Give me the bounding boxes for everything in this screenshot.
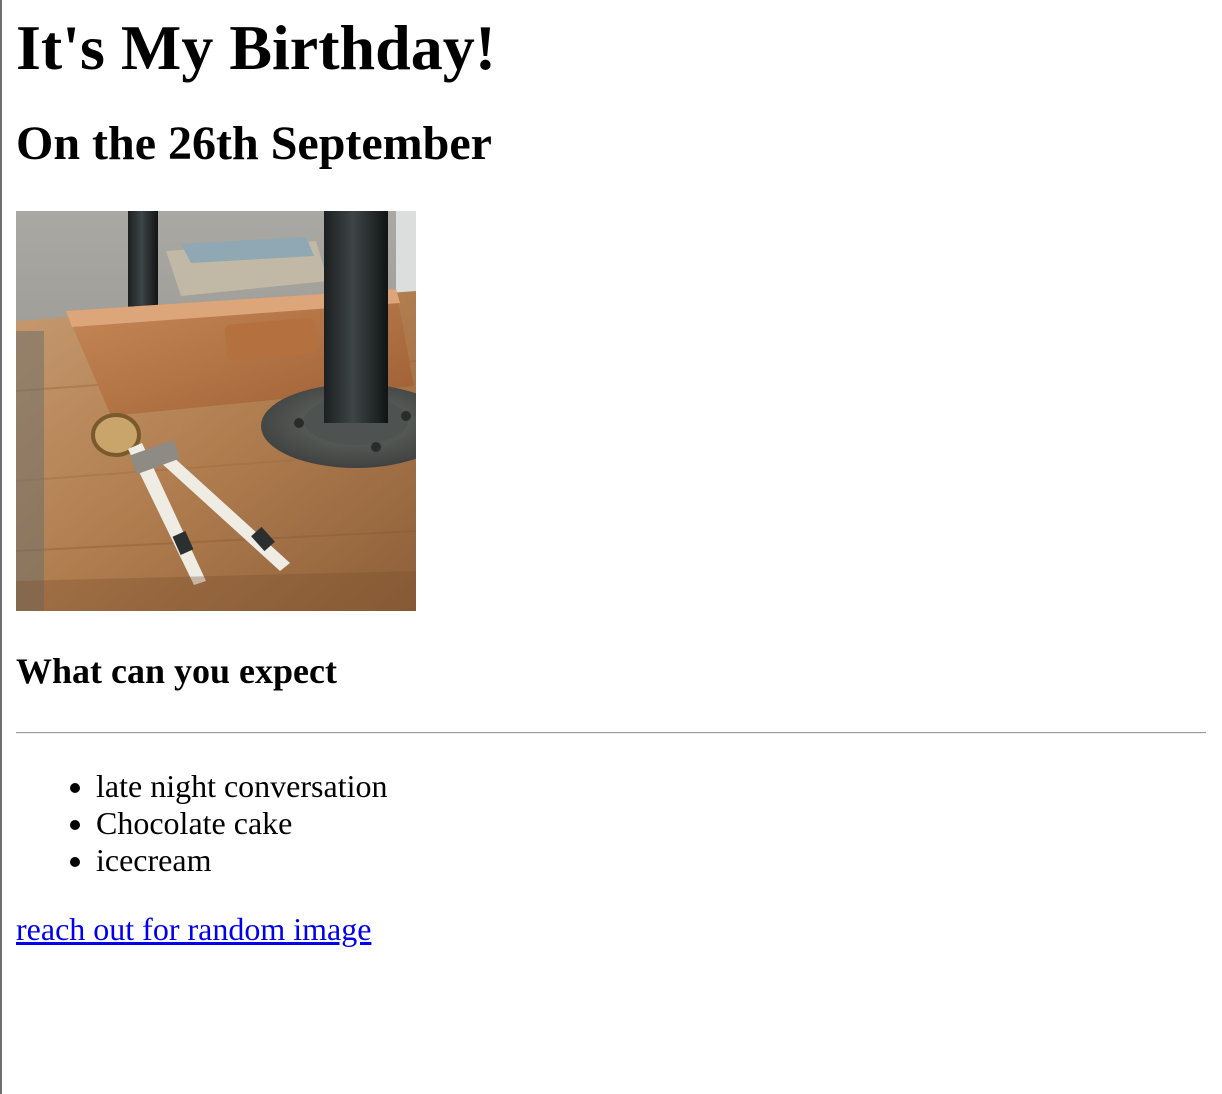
- event-date-heading: On the 26th September: [16, 116, 492, 170]
- section-divider: [16, 732, 1206, 735]
- random-image-link[interactable]: reach out for random image: [16, 911, 371, 947]
- desk-photo: [16, 210, 416, 611]
- page-content: It's My Birthday! On the 26th September: [16, 0, 1206, 948]
- list-item: Chocolate cake: [96, 805, 1206, 842]
- desk-photo-illustration: [16, 210, 416, 611]
- window-left-edge: [0, 0, 2, 1094]
- page-title: It's My Birthday!: [16, 12, 496, 83]
- link-row: reach out for random image: [16, 911, 1206, 948]
- expectations-heading: What can you expect: [16, 650, 337, 691]
- list-item: icecream: [96, 842, 1206, 879]
- expectations-list: late night conversation Chocolate cake i…: [16, 768, 1206, 879]
- list-item: late night conversation: [96, 768, 1206, 805]
